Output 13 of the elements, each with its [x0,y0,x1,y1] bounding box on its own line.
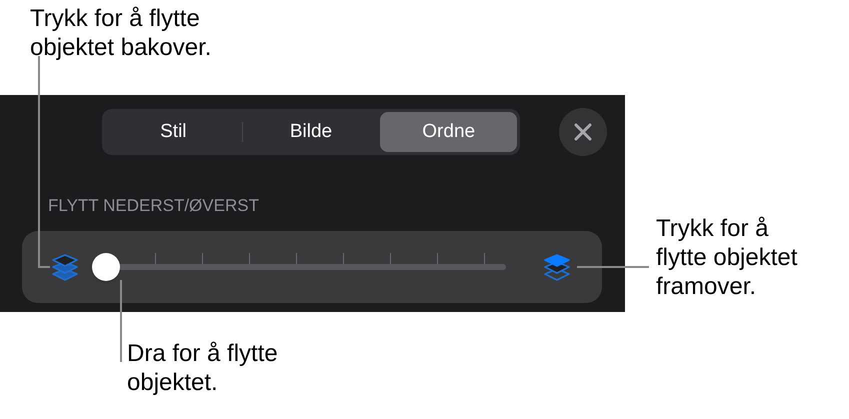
close-button[interactable] [559,108,607,156]
close-icon [573,122,593,142]
tab[interactable]: Bilde [242,112,380,152]
bring-forward-button[interactable] [542,252,572,282]
callout-text: Trykk for å flytte objektet framover. [656,214,798,301]
tab[interactable]: Stil [105,112,242,152]
leader-line [577,266,649,268]
send-backward-button[interactable] [50,252,80,282]
section-label: FLYTT NEDERST/ØVERST [48,197,260,214]
tab[interactable]: Ordne [380,112,518,152]
callout-text: Trykk for å flytte objektet bakover. [30,4,212,62]
callout-text: Dra for å flytte objektet. [127,339,279,397]
slider-thumb[interactable] [92,253,120,281]
